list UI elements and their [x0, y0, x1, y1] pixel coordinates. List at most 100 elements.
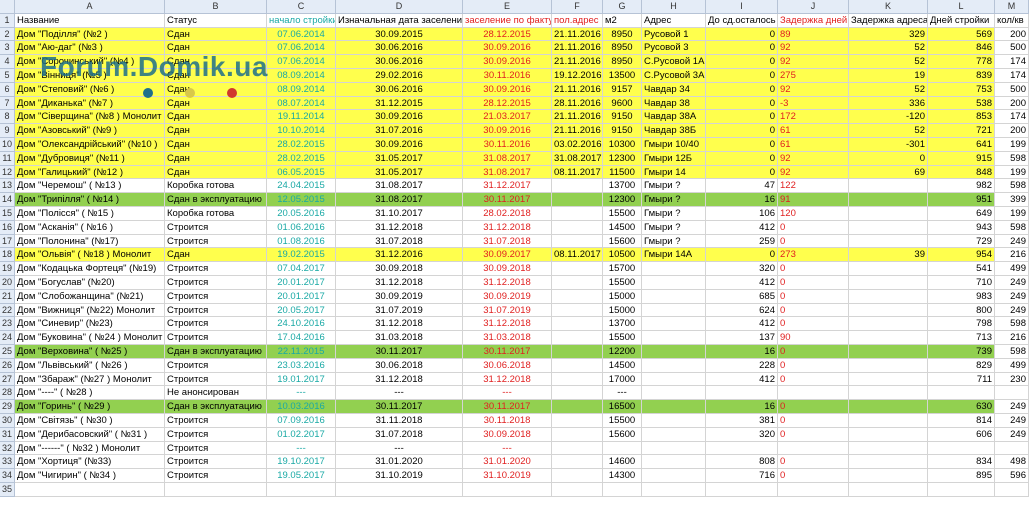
cell-remaining[interactable]: 0 — [706, 69, 778, 83]
cell-remaining[interactable]: 0 — [706, 82, 778, 97]
cell-area[interactable] — [603, 483, 642, 497]
column-header-e[interactable]: E — [463, 0, 552, 14]
cell-address-date[interactable]: 21.11.2016 — [552, 110, 603, 125]
cell-address-date[interactable] — [552, 441, 603, 456]
row-number[interactable]: 31 — [0, 427, 15, 442]
cell-area[interactable]: 15500 — [603, 276, 642, 290]
cell-actual[interactable]: 31.07.2019 — [463, 303, 552, 318]
column-header-g[interactable]: G — [603, 0, 642, 14]
cell-name[interactable]: Дом "Асканія" ( №16 ) — [15, 220, 165, 235]
cell-status[interactable]: Строится — [165, 441, 267, 456]
cell-delay-days[interactable]: 275 — [778, 69, 849, 83]
cell-address-date[interactable]: 21.11.2016 — [552, 124, 603, 138]
cell-planned[interactable]: 30.06.2016 — [336, 82, 463, 97]
cell-planned[interactable]: 30.09.2015 — [336, 27, 463, 42]
cell-delay-days[interactable]: 91 — [778, 193, 849, 207]
cell-status[interactable]: Коробка готова — [165, 179, 267, 194]
cell-start[interactable]: 10.10.2014 — [267, 124, 336, 138]
cell-address-date[interactable] — [552, 289, 603, 304]
cell-planned[interactable]: 30.11.2017 — [336, 345, 463, 359]
cell-status[interactable]: Строится — [165, 262, 267, 276]
cell-remaining[interactable]: 412 — [706, 220, 778, 235]
cell-delay-days[interactable]: 92 — [778, 55, 849, 69]
cell-delay-days[interactable]: 92 — [778, 41, 849, 56]
cell-name[interactable]: Дом "Кодацька Фортеця" (№19) — [15, 262, 165, 276]
row-number[interactable]: 1 — [0, 13, 15, 28]
row-number[interactable]: 27 — [0, 372, 15, 387]
cell-address[interactable]: Гмыри 14А — [642, 248, 706, 263]
cell-remaining[interactable]: 381 — [706, 414, 778, 428]
cell-actual[interactable]: 30.11.2017 — [463, 400, 552, 414]
cell-address[interactable] — [642, 483, 706, 497]
cell-status[interactable]: Строится — [165, 276, 267, 290]
cell-status[interactable]: Строится — [165, 358, 267, 373]
column-header-c[interactable]: C — [267, 0, 336, 14]
cell-status[interactable]: Не анонсирован — [165, 386, 267, 401]
cell-actual[interactable]: 30.09.2019 — [463, 289, 552, 304]
cell-delay-days[interactable]: 92 — [778, 151, 849, 166]
cell-area[interactable]: 14600 — [603, 455, 642, 470]
cell-area[interactable]: 8950 — [603, 27, 642, 42]
cell-address[interactable] — [642, 289, 706, 304]
row-number[interactable]: 2 — [0, 27, 15, 42]
cell-delay-address[interactable] — [849, 483, 928, 497]
header-cell-area[interactable]: м2 — [603, 13, 642, 28]
cell-actual[interactable]: 31.08.2017 — [463, 165, 552, 180]
cell-name[interactable]: Дом "Синевир" (№23) — [15, 317, 165, 332]
row-number[interactable]: 24 — [0, 331, 15, 345]
cell-planned[interactable]: 31.10.2017 — [336, 207, 463, 221]
cell-status[interactable]: Строится — [165, 289, 267, 304]
cell-remaining[interactable]: 0 — [706, 138, 778, 152]
cell-address-date[interactable] — [552, 303, 603, 318]
cell-build-days[interactable]: 541 — [928, 262, 995, 276]
cell-delay-days[interactable]: 172 — [778, 110, 849, 125]
cell-address[interactable]: Чавдар 38 — [642, 96, 706, 111]
row-number[interactable]: 7 — [0, 96, 15, 111]
cell-delay-days[interactable]: 0 — [778, 276, 849, 290]
cell-address[interactable]: Гмыри ? — [642, 234, 706, 249]
cell-delay-days[interactable]: 0 — [778, 345, 849, 359]
cell-delay-days[interactable]: 0 — [778, 262, 849, 276]
cell-units[interactable]: 174 — [995, 69, 1029, 83]
cell-delay-days[interactable]: 0 — [778, 455, 849, 470]
cell-address[interactable] — [642, 400, 706, 414]
cell-planned[interactable]: 31.12.2018 — [336, 317, 463, 332]
column-header-j[interactable]: J — [778, 0, 849, 14]
cell-build-days[interactable]: 848 — [928, 165, 995, 180]
header-cell-actual[interactable]: заселение по факту — [463, 13, 552, 28]
cell-planned[interactable]: 30.09.2016 — [336, 110, 463, 125]
cell-delay-address[interactable] — [849, 262, 928, 276]
cell-remaining[interactable]: 106 — [706, 207, 778, 221]
row-number[interactable]: 26 — [0, 358, 15, 373]
cell-build-days[interactable]: 721 — [928, 124, 995, 138]
cell-address[interactable]: С.Русовой 3А — [642, 69, 706, 83]
cell-area[interactable]: --- — [603, 386, 642, 401]
cell-actual[interactable]: 28.12.2015 — [463, 27, 552, 42]
cell-address[interactable]: Гмыри ? — [642, 220, 706, 235]
cell-status[interactable]: Сдан — [165, 82, 267, 97]
cell-actual[interactable]: 21.03.2017 — [463, 110, 552, 125]
cell-build-days[interactable]: 710 — [928, 276, 995, 290]
cell-actual[interactable]: 31.12.2018 — [463, 220, 552, 235]
cell-name[interactable]: Дом "Хортиця" (№33) — [15, 455, 165, 470]
cell-delay-days[interactable]: 90 — [778, 331, 849, 345]
cell-delay-address[interactable] — [849, 386, 928, 401]
cell-build-days[interactable]: 713 — [928, 331, 995, 345]
cell-remaining[interactable]: 0 — [706, 96, 778, 111]
cell-delay-address[interactable]: 0 — [849, 151, 928, 166]
cell-planned[interactable]: 31.07.2019 — [336, 303, 463, 318]
cell-area[interactable]: 15500 — [603, 331, 642, 345]
cell-start[interactable]: 01.06.2016 — [267, 220, 336, 235]
column-header-b[interactable]: B — [165, 0, 267, 14]
cell-address[interactable] — [642, 469, 706, 483]
cell-actual[interactable]: 30.11.2017 — [463, 193, 552, 207]
cell-status[interactable]: Строится — [165, 331, 267, 345]
cell-status[interactable]: Строится — [165, 469, 267, 483]
cell-planned[interactable]: 31.11.2018 — [336, 414, 463, 428]
row-number[interactable]: 34 — [0, 469, 15, 483]
cell-remaining[interactable]: 412 — [706, 276, 778, 290]
cell-start[interactable]: 17.04.2016 — [267, 331, 336, 345]
cell-delay-address[interactable]: -301 — [849, 138, 928, 152]
cell-units[interactable]: 174 — [995, 110, 1029, 125]
cell-name[interactable]: Дом "Поділля" (№2 ) — [15, 27, 165, 42]
